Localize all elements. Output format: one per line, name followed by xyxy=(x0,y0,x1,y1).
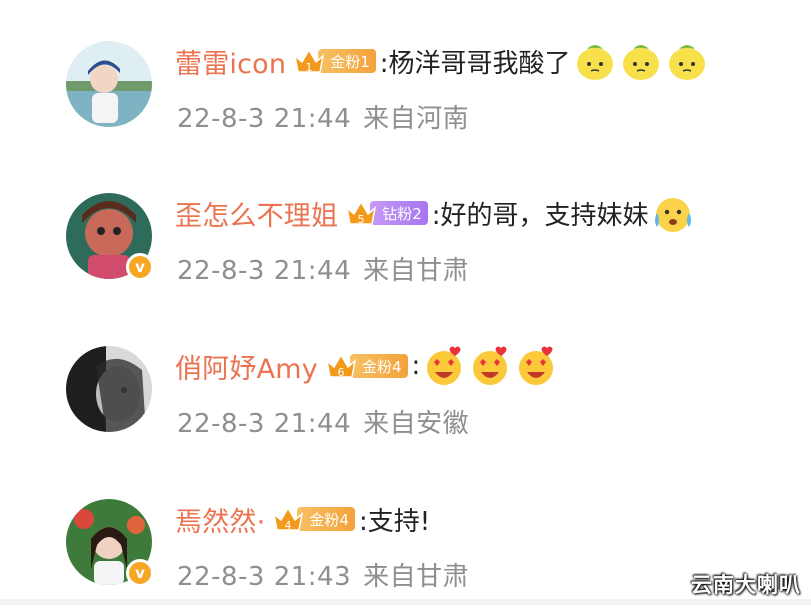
comment-item: v 焉然然· 4 金粉4 :支持! 22-8-3 21:43 来自甘肃 xyxy=(0,458,811,608)
fan-badge[interactable]: 4 金粉4 xyxy=(271,502,355,536)
fan-badge[interactable]: 1 金粉1 xyxy=(292,44,376,78)
comment-meta: 22-8-3 21:44 来自安徽 xyxy=(177,403,469,440)
comment-item: 蕾雷icon 1 金粉1 :杨洋哥哥我酸了 22-8-3 21:44 来自河南 xyxy=(0,0,811,150)
svg-text:6: 6 xyxy=(337,366,344,379)
verified-badge-icon: v xyxy=(126,253,154,281)
comment-text: :杨洋哥哥我酸了 xyxy=(379,48,571,79)
comment-header: 俏阿妤Amy 6 金粉4 : xyxy=(175,344,558,388)
bottom-divider xyxy=(0,599,811,605)
lemon-emoji-icon xyxy=(668,45,705,80)
avatar[interactable] xyxy=(66,346,152,432)
lemon-emoji-icon xyxy=(576,45,613,80)
lemon-emoji-icon xyxy=(622,45,659,80)
crown-icon: 1 xyxy=(294,48,325,74)
comment-meta: 22-8-3 21:44 来自河南 xyxy=(177,98,469,135)
comment-location: 来自安徽 xyxy=(363,409,470,439)
comment-location: 来自甘肃 xyxy=(363,256,470,286)
heart-eyes-emoji-icon xyxy=(427,346,462,385)
heart-eyes-emoji-icon xyxy=(473,346,508,385)
crown-icon: 4 xyxy=(273,506,304,532)
fan-badge-label: 金粉4 xyxy=(297,507,355,531)
comment-time: 22-8-3 21:43 xyxy=(177,562,352,592)
crown-icon: 6 xyxy=(325,353,357,379)
svg-text:4: 4 xyxy=(285,519,292,532)
avatar[interactable] xyxy=(66,41,152,127)
verified-badge-icon: v xyxy=(126,559,154,587)
svg-text:1: 1 xyxy=(306,61,313,74)
comment-meta: 22-8-3 21:43 来自甘肃 xyxy=(177,556,469,593)
fan-badge[interactable]: 6 金粉4 xyxy=(324,349,408,383)
crown-icon: 5 xyxy=(346,200,377,226)
comment-item: v 歪怎么不理姐 5 钻粉2 :好的哥，支持妹妹 22-8-3 21:44 来自甘… xyxy=(0,152,811,302)
comment-time: 22-8-3 21:44 xyxy=(177,409,352,439)
fan-badge-label: 钻粉2 xyxy=(370,201,428,225)
comment-meta: 22-8-3 21:44 来自甘肃 xyxy=(177,250,469,287)
comment-location: 来自甘肃 xyxy=(363,562,470,592)
fan-badge-label: 金粉1 xyxy=(318,49,376,73)
username-link[interactable]: 蕾雷icon xyxy=(175,42,286,81)
fan-badge-label: 金粉4 xyxy=(349,354,408,378)
comment-time: 22-8-3 21:44 xyxy=(177,256,352,286)
comment-text: :支持! xyxy=(358,506,431,537)
comment-location: 来自河南 xyxy=(363,104,470,134)
watermark: 云南大喇叭 xyxy=(691,573,801,597)
comment-text: :好的哥，支持妹妹 xyxy=(431,200,649,231)
crying-emoji-icon xyxy=(654,198,691,232)
username-link[interactable]: 歪怎么不理姐 xyxy=(175,194,338,233)
comment-text: : xyxy=(411,351,421,381)
username-link[interactable]: 俏阿妤Amy xyxy=(175,347,318,386)
fan-badge[interactable]: 5 钻粉2 xyxy=(344,196,428,230)
username-link[interactable]: 焉然然· xyxy=(175,500,265,539)
svg-text:5: 5 xyxy=(358,213,365,226)
comment-header: 焉然然· 4 金粉4 :支持! xyxy=(175,497,430,541)
comment-item: 俏阿妤Amy 6 金粉4 : 22-8-3 21:44 来自安徽 xyxy=(0,305,811,455)
comment-header: 蕾雷icon 1 金粉1 :杨洋哥哥我酸了 xyxy=(175,39,709,83)
comment-header: 歪怎么不理姐 5 钻粉2 :好的哥，支持妹妹 xyxy=(175,191,695,235)
heart-eyes-emoji-icon xyxy=(519,346,554,385)
comment-time: 22-8-3 21:44 xyxy=(177,104,352,134)
